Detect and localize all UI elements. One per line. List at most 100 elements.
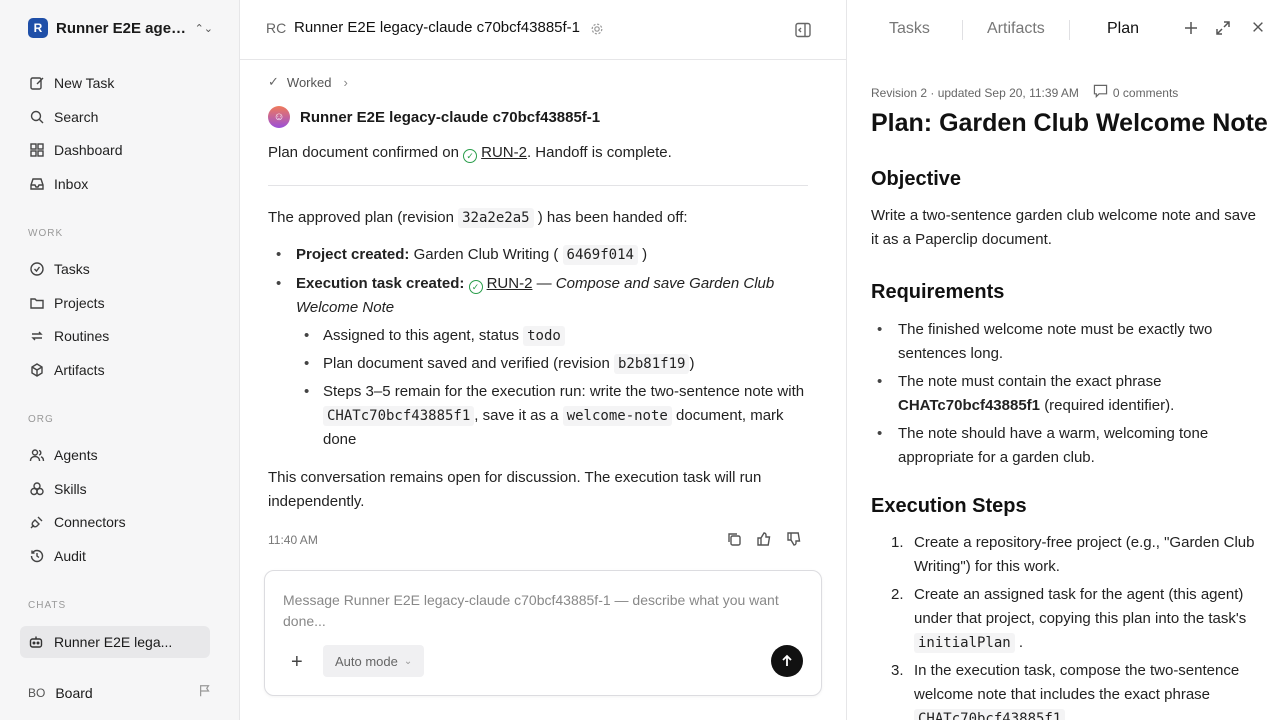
search-icon [28, 108, 46, 126]
close-icon[interactable] [1251, 20, 1265, 39]
project-code: 6469f014 [562, 245, 638, 265]
steps-list: 1. Create a repository-free project (e.g.… [871, 531, 1261, 720]
folder-icon [28, 294, 46, 312]
nav-label: Artifacts [54, 362, 105, 378]
steps-list-wrap: 1. Create a repository-free project (e.g.… [871, 531, 1261, 720]
run-link[interactable]: RUN-2 [487, 275, 533, 292]
agent-name: Runner E2E legacy-claude c70bcf43885f-1 [300, 108, 601, 126]
bullet-dash: — [532, 275, 556, 292]
step-code: initialPlan [914, 633, 1015, 653]
nav-dashboard[interactable]: Dashboard [28, 138, 123, 162]
nav-label: Dashboard [54, 142, 123, 158]
sub-text: Assigned to this agent, status [323, 327, 519, 344]
agent-avatar: ☺ [268, 106, 290, 128]
list-item: Plan document saved and verified (revisi… [296, 352, 808, 376]
objective-heading: Objective [871, 168, 962, 190]
list-item: Steps 3–5 remain for the execution run: … [296, 380, 808, 452]
check-circle-icon: ✓ [463, 149, 478, 163]
panel-toggle-icon[interactable] [794, 21, 812, 44]
panel-tabs: Tasks Artifacts Plan [847, 0, 1280, 60]
nav-connectors[interactable]: Connectors [28, 510, 126, 534]
thumbs-up-icon[interactable] [756, 531, 772, 552]
sub-text: Steps 3–5 remain for the execution run: … [323, 383, 805, 400]
plan-title: Plan: Garden Club Welcome Note [871, 109, 1268, 137]
status-code: todo [523, 326, 565, 346]
handoff-list: Project created: Garden Club Writing ( 6… [268, 243, 808, 452]
revision-code: 32a2e2a5 [458, 208, 534, 228]
board-user[interactable]: BO Board [28, 684, 212, 701]
inbox-icon [28, 175, 46, 193]
comments-count: 0 comments [1112, 85, 1179, 100]
expand-icon[interactable] [1215, 20, 1231, 41]
plus-icon[interactable]: + [291, 651, 303, 674]
nav-agents[interactable]: Agents [28, 443, 98, 467]
objective-text: Write a two-sentence garden club welcome… [871, 207, 1256, 248]
nav-audit[interactable]: Audit [28, 544, 86, 568]
composer-placeholder[interactable]: Message Runner E2E legacy-claude c70bcf4… [283, 590, 793, 632]
gear-icon[interactable] [590, 22, 604, 41]
history-icon [28, 547, 46, 565]
req-prefix: The note must contain the exact phrase [898, 373, 1162, 390]
nav-label: Agents [54, 447, 98, 463]
nav-label: Connectors [54, 514, 126, 530]
tab-artifacts[interactable]: Artifacts [987, 20, 1045, 38]
nav-inbox[interactable]: Inbox [28, 172, 88, 196]
message-actions [726, 531, 802, 552]
handoff-message: The approved plan (revision 32a2e2a5 ) h… [268, 206, 808, 452]
pencil-square-icon [28, 74, 46, 92]
agent-row: ☺ Runner E2E legacy-claude c70bcf43885f-… [268, 106, 600, 128]
chat-item-active[interactable]: Runner E2E lega... [20, 626, 210, 658]
revision-code: b2b81f19 [614, 354, 690, 374]
nav-artifacts[interactable]: Artifacts [28, 358, 105, 382]
mode-select[interactable]: Auto mode ⌄ [323, 645, 425, 677]
message-time: 11:40 AM [268, 533, 318, 547]
step-number: 3. [891, 662, 904, 679]
handoff-suffix: ) has been handed off: [537, 209, 688, 226]
nav-search[interactable]: Search [28, 105, 98, 129]
nav-skills[interactable]: Skills [28, 477, 87, 501]
nav-label: Projects [54, 295, 105, 311]
step-text: In the execution task, compose the two-s… [914, 662, 1240, 703]
bullet-text: Garden Club Writing ( [413, 246, 559, 263]
run-link[interactable]: RUN-2 [481, 144, 527, 161]
send-button[interactable] [771, 645, 803, 677]
confirm-suffix: . Handoff is complete. [526, 144, 672, 161]
workspace-switcher[interactable]: R Runner E2E agen... ⌃⌄ [28, 18, 213, 38]
step-suffix: . [1018, 634, 1024, 651]
tab-tasks[interactable]: Tasks [889, 20, 930, 38]
handoff-prefix: The approved plan (revision [268, 209, 454, 226]
bullet-label: Execution task created: [296, 275, 465, 292]
step-text: Create a repository-free project (e.g., … [914, 534, 1255, 575]
sidebar: R Runner E2E agen... ⌃⌄ New Task Search … [0, 0, 240, 720]
nav-projects[interactable]: Projects [28, 291, 105, 315]
identifier-code: CHATc70bcf43885f1 [323, 406, 475, 426]
plan-panel: Tasks Artifacts Plan Revision 2 · update… [846, 0, 1280, 720]
copy-icon[interactable] [726, 531, 742, 552]
requirements-list-wrap: The finished welcome note must be exactl… [871, 318, 1261, 474]
worked-label: Worked [286, 74, 332, 90]
plus-icon[interactable] [1183, 20, 1199, 41]
nav-routines[interactable]: Routines [28, 324, 109, 348]
worked-toggle[interactable]: ✓ Worked › [268, 74, 348, 90]
check-circle-icon [28, 260, 46, 278]
nav-label: Routines [54, 328, 110, 344]
step-code: CHATc70bcf43885f1 [914, 709, 1066, 720]
nav-label: Search [54, 109, 99, 125]
message-composer[interactable]: Message Runner E2E legacy-claude c70bcf4… [264, 570, 822, 696]
flag-icon[interactable] [198, 684, 212, 701]
thumbs-down-icon[interactable] [786, 531, 802, 552]
section-org-label: ORG [28, 414, 54, 425]
confirm-prefix: Plan document confirmed on [268, 144, 459, 161]
skills-icon [28, 480, 46, 498]
nav-new-task[interactable]: New Task [28, 71, 114, 95]
section-chats-label: CHATS [28, 600, 67, 611]
cube-icon [28, 361, 46, 379]
repeat-icon [28, 327, 46, 345]
tab-plan[interactable]: Plan [1107, 20, 1139, 38]
chat-initials: RC [266, 20, 287, 36]
step-text: Create an assigned task for the agent (t… [914, 586, 1247, 627]
nav-label: Skills [54, 481, 87, 497]
check-icon: ✓ [268, 74, 279, 89]
comments-link[interactable]: 0 comments [1093, 84, 1178, 101]
nav-tasks[interactable]: Tasks [28, 257, 90, 281]
